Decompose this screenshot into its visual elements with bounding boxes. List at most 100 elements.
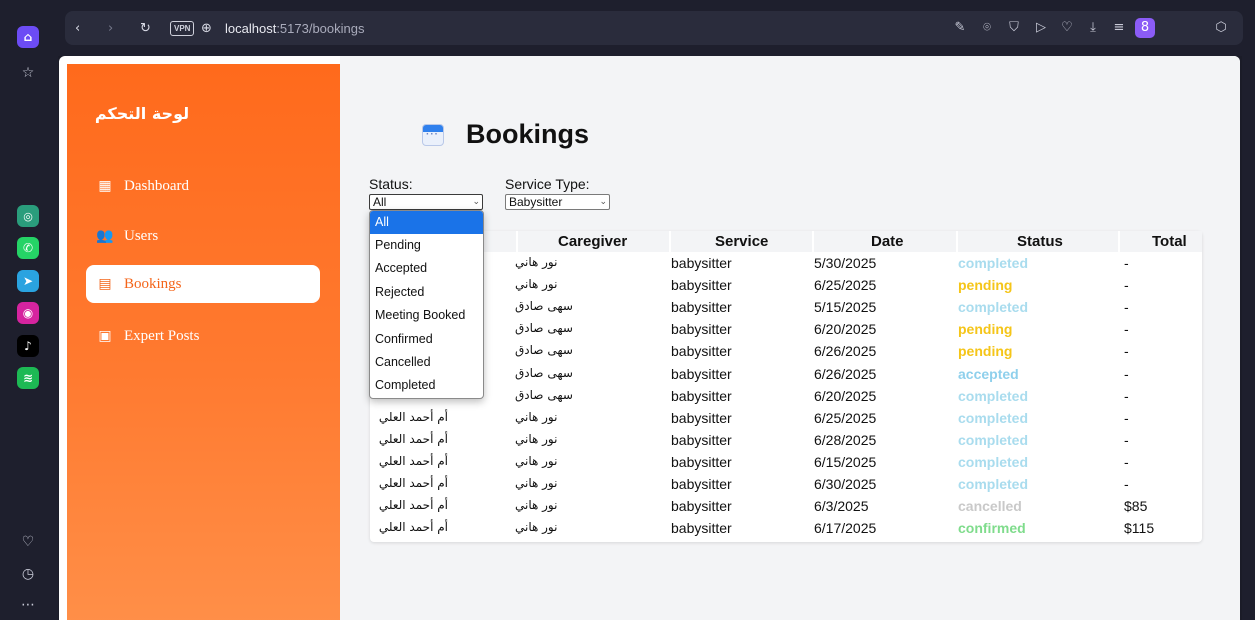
dropdown-option[interactable]: Completed xyxy=(370,374,483,397)
extensions-icon[interactable]: ⬡ xyxy=(1213,20,1229,36)
cell-status: accepted xyxy=(958,365,1019,382)
dropdown-option[interactable]: Accepted xyxy=(370,257,483,280)
cell-caregiver: سهى صادق xyxy=(515,365,573,380)
table-row: أم أحمد العلي نور هاني babysitter 6/28/2025… xyxy=(370,430,1202,452)
users-icon: 👥 xyxy=(96,228,114,244)
table-row: نور هاني babysitter 5/30/2025 completed - xyxy=(370,253,1202,275)
dropdown-option[interactable]: All xyxy=(370,211,483,234)
cell-status: completed xyxy=(958,453,1029,470)
address-bar[interactable]: ‹ › ↻ VPN ⊕ localhost:5173/bookings ✎ ⌾ … xyxy=(65,11,1243,45)
vpn-badge[interactable]: VPN xyxy=(170,21,195,36)
table-row: أم أحمد العلي نور هاني babysitter 6/15/2025… xyxy=(370,452,1202,474)
dropdown-option[interactable]: Rejected xyxy=(370,281,483,304)
heart-outline-icon[interactable]: ♡ xyxy=(1059,20,1075,36)
download-icon[interactable]: ⤓ xyxy=(1085,20,1101,36)
column-header-date[interactable]: Date xyxy=(871,233,904,250)
sidebar-item-label: Dashboard xyxy=(124,177,189,194)
sidebar-item-label: Bookings xyxy=(124,275,182,292)
url-text[interactable]: localhost:5173/bookings xyxy=(225,11,365,45)
cell-caregiver: نور هاني xyxy=(515,520,558,535)
dropdown-option[interactable]: Cancelled xyxy=(370,351,483,374)
column-header-status[interactable]: Status xyxy=(1017,233,1063,250)
cell-date: 6/17/2025 xyxy=(814,520,877,537)
instagram-icon[interactable]: ◉ xyxy=(17,302,39,324)
table-row: سهى صادق babysitter 6/26/2025 pending - xyxy=(370,341,1202,363)
history-icon[interactable]: ◷ xyxy=(17,563,39,585)
service-filter-label: Service Type: xyxy=(505,176,590,192)
table-row: سهى صادق babysitter 6/26/2025 accepted - xyxy=(370,364,1202,386)
page-scrollbar[interactable] xyxy=(1242,56,1255,620)
cell-date: 5/30/2025 xyxy=(814,255,877,271)
bookings-table: Caregiver Service Date Status Total نور … xyxy=(370,231,1202,542)
dropdown-option[interactable]: Meeting Booked xyxy=(370,304,483,327)
cell-status: pending xyxy=(958,343,1013,360)
cell-service: babysitter xyxy=(671,299,732,316)
url-host: localhost xyxy=(225,20,277,36)
more-icon[interactable]: ⋯ xyxy=(17,594,39,616)
cell-caregiver: نور هاني xyxy=(515,431,558,446)
cell-service: babysitter xyxy=(671,498,732,515)
cell-date: 6/26/2025 xyxy=(814,343,877,360)
status-select[interactable]: All ⌄ xyxy=(369,194,483,210)
cell-parent: أم أحمد العلي xyxy=(378,431,448,446)
back-icon[interactable]: ‹ xyxy=(75,11,80,45)
heart-icon[interactable]: ♡ xyxy=(17,531,39,553)
column-header-caregiver[interactable]: Caregiver xyxy=(558,233,627,250)
cell-total: - xyxy=(1124,321,1129,338)
profile-icon[interactable]: 8 xyxy=(1135,18,1155,38)
cell-status: completed xyxy=(958,255,1029,271)
sidebar-item-expert-posts[interactable]: ▣ Expert Posts xyxy=(86,317,320,355)
forward-icon[interactable]: › xyxy=(108,11,113,45)
reload-icon[interactable]: ↻ xyxy=(140,11,151,45)
camera-icon[interactable]: ⌾ xyxy=(979,20,995,36)
menu-icon[interactable]: ≡ xyxy=(1111,20,1127,36)
cell-service: babysitter xyxy=(671,321,732,338)
cell-service: babysitter xyxy=(671,520,732,537)
page-title: Bookings xyxy=(422,119,589,150)
play-icon[interactable]: ▷ xyxy=(1033,20,1049,36)
dropdown-option[interactable]: Confirmed xyxy=(370,328,483,351)
cell-status: pending xyxy=(958,321,1013,338)
cell-caregiver: سهى صادق xyxy=(515,387,573,402)
cell-service: babysitter xyxy=(671,277,732,294)
column-divider xyxy=(956,231,958,252)
dropdown-option[interactable]: Pending xyxy=(370,234,483,257)
table-row: أم أحمد العلي نور هاني babysitter 6/25/2025… xyxy=(370,408,1202,430)
cell-caregiver: نور هاني xyxy=(515,476,558,490)
home-icon[interactable]: ⌂ xyxy=(17,26,39,48)
spotify-icon[interactable]: ≋ xyxy=(17,367,39,389)
status-select-value: All xyxy=(373,195,387,209)
cell-date: 6/25/2025 xyxy=(814,277,877,294)
cell-date: 6/30/2025 xyxy=(814,476,877,492)
cell-status: cancelled xyxy=(958,498,1022,515)
page-title-text: Bookings xyxy=(466,119,590,149)
chevron-down-icon: ⌄ xyxy=(472,197,480,207)
sidebar-item-bookings[interactable]: ▤ Bookings xyxy=(86,265,320,303)
chatgpt-icon[interactable]: ◎ xyxy=(17,205,39,227)
cell-caregiver: سهى صادق xyxy=(515,299,573,314)
column-header-service[interactable]: Service xyxy=(715,233,768,250)
service-type-select[interactable]: Babysitter ⌄ xyxy=(505,194,610,210)
cell-parent: أم أحمد العلي xyxy=(378,520,448,535)
globe-icon: ⊕ xyxy=(201,20,212,36)
column-header-total[interactable]: Total xyxy=(1152,233,1187,250)
telegram-icon[interactable]: ➤ xyxy=(17,270,39,292)
url-path: :5173/bookings xyxy=(276,20,365,36)
sidebar-item-users[interactable]: 👥 Users xyxy=(86,217,320,255)
star-icon[interactable]: ☆ xyxy=(17,62,39,84)
cell-date: 6/20/2025 xyxy=(814,387,877,404)
cell-caregiver: نور هاني xyxy=(515,277,558,292)
status-filter-label: Status: xyxy=(369,176,413,192)
cell-total: - xyxy=(1124,343,1129,360)
calendar-icon xyxy=(422,123,444,146)
cell-parent: أم أحمد العلي xyxy=(378,453,448,468)
edit-icon[interactable]: ✎ xyxy=(952,20,968,36)
shield-icon[interactable]: ⛉ xyxy=(1006,20,1022,36)
table-row: سهى صادق babysitter 5/15/2025 completed - xyxy=(370,297,1202,319)
tiktok-icon[interactable]: ♪ xyxy=(17,335,39,357)
whatsapp-icon[interactable]: ✆ xyxy=(17,237,39,259)
cell-date: 6/26/2025 xyxy=(814,365,877,382)
sidebar-item-dashboard[interactable]: ▦ Dashboard xyxy=(86,167,320,205)
admin-sidebar: لوحة التحكم ▦ Dashboard 👥 Users ▤ Bookin… xyxy=(67,64,340,620)
cell-status: completed xyxy=(958,299,1029,316)
